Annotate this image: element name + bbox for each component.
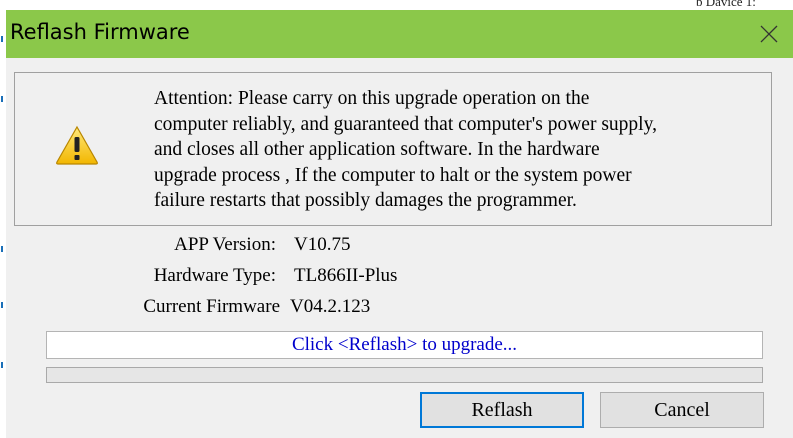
info-row-current-firmware: Current Firmware V04.2.123: [6, 296, 793, 322]
background-window: b Davice 1:: [0, 0, 793, 10]
hardware-type-label: Hardware Type:: [153, 265, 276, 286]
info-row-app-version: APP Version: V10.75: [6, 234, 793, 260]
cancel-button[interactable]: Cancel: [600, 392, 764, 428]
reflash-button[interactable]: Reflash: [420, 392, 584, 428]
current-firmware-value: V04.2.123: [290, 296, 371, 317]
background-marker: [1, 302, 3, 308]
reflash-firmware-dialog: Reflash Firmware Attention: Please carry…: [6, 10, 793, 438]
app-version-value: V10.75: [294, 234, 351, 255]
close-icon: [760, 25, 778, 43]
hardware-type-value: TL866II-Plus: [294, 265, 398, 286]
warning-panel: Attention: Please carry on this upgrade …: [14, 72, 772, 226]
info-row-hardware-type: Hardware Type: TL866II-Plus: [6, 265, 793, 291]
warning-icon: [56, 125, 98, 165]
progress-bar: [46, 367, 763, 383]
background-marker: [1, 96, 3, 102]
warning-message: Attention: Please carry on this upgrade …: [154, 88, 657, 211]
app-version-label: APP Version:: [174, 234, 276, 255]
background-marker: [1, 36, 3, 42]
close-button[interactable]: [745, 10, 793, 58]
dialog-title: Reflash Firmware: [10, 20, 190, 44]
title-bar[interactable]: Reflash Firmware: [6, 10, 793, 58]
current-firmware-label: Current Firmware: [143, 296, 280, 317]
background-marker: [1, 246, 3, 252]
background-marker: [1, 362, 3, 368]
background-text: b Davice 1:: [696, 0, 756, 9]
status-message: Click <Reflash> to upgrade...: [46, 331, 763, 359]
